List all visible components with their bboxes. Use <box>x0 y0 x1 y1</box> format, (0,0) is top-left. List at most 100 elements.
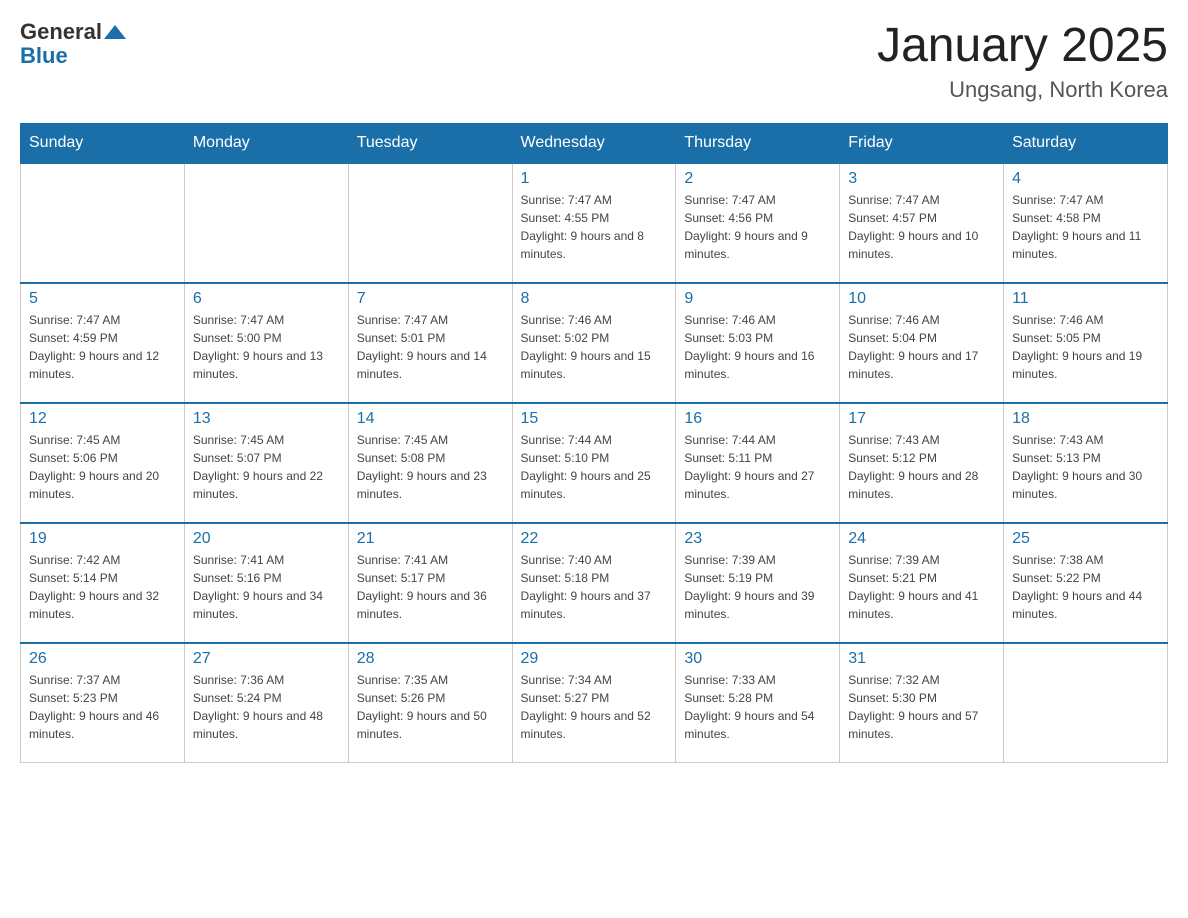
day-number: 21 <box>357 530 504 548</box>
day-info: Sunrise: 7:47 AM Sunset: 5:00 PM Dayligh… <box>193 311 340 383</box>
week-row-2: 5 Sunrise: 7:47 AM Sunset: 4:59 PM Daylig… <box>21 283 1168 403</box>
day-info: Sunrise: 7:46 AM Sunset: 5:05 PM Dayligh… <box>1012 311 1159 383</box>
day-number: 27 <box>193 650 340 668</box>
header-day-monday: Monday <box>184 123 348 163</box>
day-number: 1 <box>521 170 668 188</box>
day-number: 11 <box>1012 290 1159 308</box>
day-number: 5 <box>29 290 176 308</box>
day-info: Sunrise: 7:46 AM Sunset: 5:03 PM Dayligh… <box>684 311 831 383</box>
week-row-3: 12 Sunrise: 7:45 AM Sunset: 5:06 PM Dayli… <box>21 403 1168 523</box>
day-number: 23 <box>684 530 831 548</box>
calendar-cell: 18Sunrise: 7:43 AM Sunset: 5:13 PM Dayli… <box>1004 403 1168 523</box>
day-number: 16 <box>684 410 831 428</box>
calendar-cell <box>348 163 512 283</box>
day-info: Sunrise: 7:41 AM Sunset: 5:17 PM Dayligh… <box>357 551 504 623</box>
logo-triangle-icon <box>104 21 126 43</box>
day-number: 30 <box>684 650 831 668</box>
calendar-cell: 6 Sunrise: 7:47 AM Sunset: 5:00 PM Daylig… <box>184 283 348 403</box>
week-row-4: 19 Sunrise: 7:42 AM Sunset: 5:14 PM Dayli… <box>21 523 1168 643</box>
calendar-cell: 22 Sunrise: 7:40 AM Sunset: 5:18 PM Dayli… <box>512 523 676 643</box>
calendar-cell: 11 Sunrise: 7:46 AM Sunset: 5:05 PM Dayli… <box>1004 283 1168 403</box>
calendar-cell: 13 Sunrise: 7:45 AM Sunset: 5:07 PM Dayli… <box>184 403 348 523</box>
header-day-wednesday: Wednesday <box>512 123 676 163</box>
calendar-cell: 5 Sunrise: 7:47 AM Sunset: 4:59 PM Daylig… <box>21 283 185 403</box>
calendar-body: 1 Sunrise: 7:47 AM Sunset: 4:55 PM Daylig… <box>21 163 1168 763</box>
calendar-cell: 29 Sunrise: 7:34 AM Sunset: 5:27 PM Dayli… <box>512 643 676 763</box>
day-number: 3 <box>848 170 995 188</box>
day-info: Sunrise: 7:41 AM Sunset: 5:16 PM Dayligh… <box>193 551 340 623</box>
day-info: Sunrise: 7:43 AM Sunset: 5:12 PM Dayligh… <box>848 431 995 503</box>
day-number: 8 <box>521 290 668 308</box>
calendar-cell: 27 Sunrise: 7:36 AM Sunset: 5:24 PM Dayli… <box>184 643 348 763</box>
header-row: SundayMondayTuesdayWednesdayThursdayFrid… <box>21 123 1168 163</box>
day-number: 18 <box>1012 410 1159 428</box>
week-row-5: 26 Sunrise: 7:37 AM Sunset: 5:23 PM Dayli… <box>21 643 1168 763</box>
day-number: 4 <box>1012 170 1159 188</box>
page-header: General Blue January 2025 Ungsang, North… <box>20 20 1168 103</box>
calendar-header: SundayMondayTuesdayWednesdayThursdayFrid… <box>21 123 1168 163</box>
calendar-cell: 24Sunrise: 7:39 AM Sunset: 5:21 PM Dayli… <box>840 523 1004 643</box>
calendar-cell: 21 Sunrise: 7:41 AM Sunset: 5:17 PM Dayli… <box>348 523 512 643</box>
calendar-cell: 20 Sunrise: 7:41 AM Sunset: 5:16 PM Dayli… <box>184 523 348 643</box>
day-info: Sunrise: 7:46 AM Sunset: 5:02 PM Dayligh… <box>521 311 668 383</box>
day-number: 19 <box>29 530 176 548</box>
day-info: Sunrise: 7:44 AM Sunset: 5:10 PM Dayligh… <box>521 431 668 503</box>
day-info: Sunrise: 7:36 AM Sunset: 5:24 PM Dayligh… <box>193 671 340 743</box>
logo-general-text: General <box>20 20 102 44</box>
header-day-thursday: Thursday <box>676 123 840 163</box>
day-number: 13 <box>193 410 340 428</box>
day-number: 2 <box>684 170 831 188</box>
calendar-cell: 19 Sunrise: 7:42 AM Sunset: 5:14 PM Dayli… <box>21 523 185 643</box>
day-number: 6 <box>193 290 340 308</box>
calendar-table: SundayMondayTuesdayWednesdayThursdayFrid… <box>20 123 1168 764</box>
calendar-cell: 12 Sunrise: 7:45 AM Sunset: 5:06 PM Dayli… <box>21 403 185 523</box>
calendar-cell: 25 Sunrise: 7:38 AM Sunset: 5:22 PM Dayli… <box>1004 523 1168 643</box>
day-number: 26 <box>29 650 176 668</box>
day-number: 12 <box>29 410 176 428</box>
logo-blue-text: Blue <box>20 43 68 68</box>
location-title: Ungsang, North Korea <box>877 77 1168 103</box>
calendar-cell: 10Sunrise: 7:46 AM Sunset: 5:04 PM Dayli… <box>840 283 1004 403</box>
logo: General Blue <box>20 20 126 68</box>
day-info: Sunrise: 7:47 AM Sunset: 4:56 PM Dayligh… <box>684 191 831 263</box>
day-number: 24 <box>848 530 995 548</box>
week-row-1: 1 Sunrise: 7:47 AM Sunset: 4:55 PM Daylig… <box>21 163 1168 283</box>
day-number: 20 <box>193 530 340 548</box>
day-number: 22 <box>521 530 668 548</box>
day-number: 15 <box>521 410 668 428</box>
calendar-cell: 3 Sunrise: 7:47 AM Sunset: 4:57 PM Daylig… <box>840 163 1004 283</box>
day-info: Sunrise: 7:39 AM Sunset: 5:19 PM Dayligh… <box>684 551 831 623</box>
day-number: 31 <box>848 650 995 668</box>
calendar-cell: 23 Sunrise: 7:39 AM Sunset: 5:19 PM Dayli… <box>676 523 840 643</box>
day-info: Sunrise: 7:42 AM Sunset: 5:14 PM Dayligh… <box>29 551 176 623</box>
title-section: January 2025 Ungsang, North Korea <box>877 20 1168 103</box>
calendar-cell: 2 Sunrise: 7:47 AM Sunset: 4:56 PM Daylig… <box>676 163 840 283</box>
header-day-tuesday: Tuesday <box>348 123 512 163</box>
day-number: 29 <box>521 650 668 668</box>
day-number: 25 <box>1012 530 1159 548</box>
calendar-cell: 4 Sunrise: 7:47 AM Sunset: 4:58 PM Daylig… <box>1004 163 1168 283</box>
day-info: Sunrise: 7:47 AM Sunset: 4:57 PM Dayligh… <box>848 191 995 263</box>
day-info: Sunrise: 7:38 AM Sunset: 5:22 PM Dayligh… <box>1012 551 1159 623</box>
day-info: Sunrise: 7:45 AM Sunset: 5:07 PM Dayligh… <box>193 431 340 503</box>
calendar-cell <box>1004 643 1168 763</box>
day-info: Sunrise: 7:37 AM Sunset: 5:23 PM Dayligh… <box>29 671 176 743</box>
day-info: Sunrise: 7:35 AM Sunset: 5:26 PM Dayligh… <box>357 671 504 743</box>
day-info: Sunrise: 7:32 AM Sunset: 5:30 PM Dayligh… <box>848 671 995 743</box>
calendar-cell: 15 Sunrise: 7:44 AM Sunset: 5:10 PM Dayli… <box>512 403 676 523</box>
day-info: Sunrise: 7:45 AM Sunset: 5:08 PM Dayligh… <box>357 431 504 503</box>
calendar-cell: 31 Sunrise: 7:32 AM Sunset: 5:30 PM Dayli… <box>840 643 1004 763</box>
day-info: Sunrise: 7:34 AM Sunset: 5:27 PM Dayligh… <box>521 671 668 743</box>
calendar-cell: 1 Sunrise: 7:47 AM Sunset: 4:55 PM Daylig… <box>512 163 676 283</box>
day-info: Sunrise: 7:47 AM Sunset: 5:01 PM Dayligh… <box>357 311 504 383</box>
calendar-cell: 26 Sunrise: 7:37 AM Sunset: 5:23 PM Dayli… <box>21 643 185 763</box>
day-info: Sunrise: 7:40 AM Sunset: 5:18 PM Dayligh… <box>521 551 668 623</box>
day-info: Sunrise: 7:47 AM Sunset: 4:55 PM Dayligh… <box>521 191 668 263</box>
calendar-cell: 8 Sunrise: 7:46 AM Sunset: 5:02 PM Daylig… <box>512 283 676 403</box>
calendar-cell: 17Sunrise: 7:43 AM Sunset: 5:12 PM Dayli… <box>840 403 1004 523</box>
day-info: Sunrise: 7:45 AM Sunset: 5:06 PM Dayligh… <box>29 431 176 503</box>
day-info: Sunrise: 7:47 AM Sunset: 4:58 PM Dayligh… <box>1012 191 1159 263</box>
header-day-saturday: Saturday <box>1004 123 1168 163</box>
calendar-cell <box>184 163 348 283</box>
day-info: Sunrise: 7:47 AM Sunset: 4:59 PM Dayligh… <box>29 311 176 383</box>
